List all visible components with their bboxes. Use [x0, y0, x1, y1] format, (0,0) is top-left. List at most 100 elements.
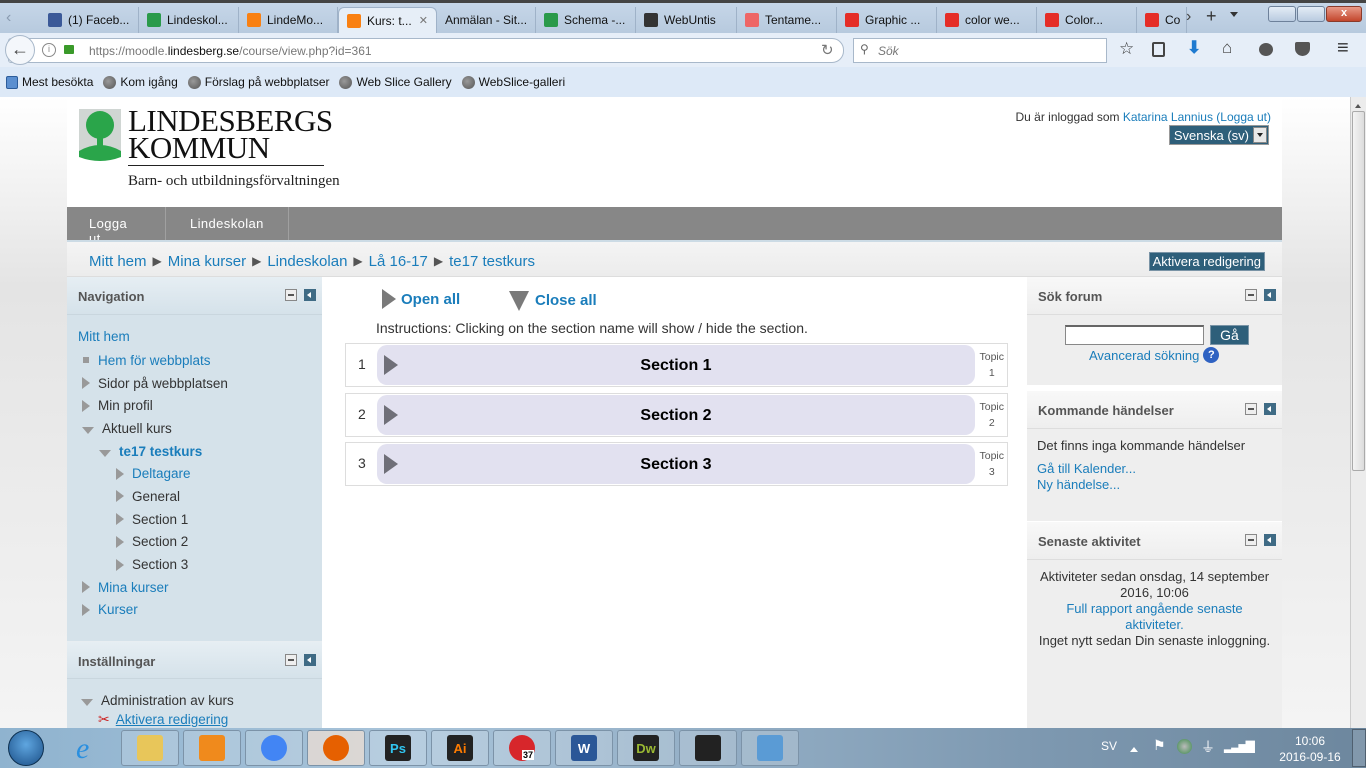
- taskbar-word[interactable]: W: [555, 730, 613, 766]
- tab-scroll-left-button[interactable]: ‹: [6, 9, 11, 27]
- power-plug-icon[interactable]: ⏚: [1201, 737, 1215, 757]
- dock-block-icon[interactable]: [1264, 403, 1276, 415]
- taskbar-mail[interactable]: 37: [493, 730, 551, 766]
- settings-admin-item[interactable]: Administration av kurs: [81, 693, 322, 708]
- taskbar-chrome[interactable]: [245, 730, 303, 766]
- show-hidden-icons-button[interactable]: [1130, 743, 1138, 752]
- browser-tab[interactable]: Anmälan - Sit...: [437, 7, 536, 33]
- restore-button[interactable]: [1297, 6, 1325, 22]
- browser-tab[interactable]: WebUntis: [636, 7, 737, 33]
- logout-link[interactable]: (Logga ut): [1216, 110, 1271, 124]
- full-report-link[interactable]: Full rapport angående senaste aktivitete…: [1035, 601, 1274, 633]
- minimize-button[interactable]: [1268, 6, 1296, 22]
- taskbar-illustrator[interactable]: Ai: [431, 730, 489, 766]
- breadcrumb-item[interactable]: Mitt hem: [89, 253, 147, 270]
- breadcrumb-item[interactable]: Lindeskolan: [267, 253, 347, 270]
- hello-icon[interactable]: [1259, 43, 1273, 56]
- download-icon[interactable]: ⬇: [1187, 38, 1201, 58]
- taskbar-photo-viewer[interactable]: [741, 730, 799, 766]
- back-button[interactable]: ←: [5, 35, 35, 65]
- dock-block-icon[interactable]: [304, 289, 316, 301]
- browser-tab[interactable]: Kurs: t... ✕: [338, 7, 437, 33]
- section-toggle[interactable]: Section 3: [377, 444, 975, 484]
- browser-tab[interactable]: (1) Faceb...: [40, 7, 139, 33]
- scrollbar-thumb[interactable]: [1352, 111, 1365, 471]
- taskbar-explorer[interactable]: [121, 730, 179, 766]
- bookmark-item[interactable]: Kom igång: [103, 75, 178, 89]
- browser-tab[interactable]: color we...: [937, 7, 1037, 33]
- nav-item[interactable]: Section 3: [78, 553, 322, 576]
- nav-mitt-hem[interactable]: Mitt hem: [78, 327, 322, 349]
- nav-item[interactable]: Mina kurser: [78, 576, 322, 599]
- close-window-button[interactable]: x: [1326, 6, 1362, 22]
- scroll-up-arrow[interactable]: [1355, 101, 1361, 108]
- dock-block-icon[interactable]: [304, 654, 316, 666]
- help-icon[interactable]: ?: [1203, 347, 1220, 363]
- go-to-calendar-link[interactable]: Gå till Kalender...: [1037, 461, 1272, 477]
- internet-explorer-icon[interactable]: e: [76, 732, 89, 766]
- nav-item[interactable]: Deltagare: [78, 462, 322, 485]
- reading-list-icon[interactable]: [1152, 42, 1165, 57]
- section-toggle[interactable]: Section 1: [377, 345, 975, 385]
- taskbar-photoshop[interactable]: Ps: [369, 730, 427, 766]
- tab-scroll-right-button[interactable]: ›: [1186, 8, 1191, 26]
- taskbar-dreamweaver[interactable]: Dw: [617, 730, 675, 766]
- bookmark-item[interactable]: Web Slice Gallery: [339, 75, 452, 89]
- lindesberg-logo[interactable]: LINDESBERGS KOMMUN Barn- och utbildnings…: [79, 105, 379, 197]
- menu-icon[interactable]: ≡: [1337, 37, 1349, 60]
- nav-item[interactable]: Section 2: [78, 531, 322, 554]
- dock-block-icon[interactable]: [1264, 534, 1276, 546]
- language-select[interactable]: Svenska (sv): [1168, 125, 1269, 145]
- new-event-link[interactable]: Ny händelse...: [1037, 477, 1272, 493]
- info-icon[interactable]: i: [42, 43, 56, 57]
- browser-tab[interactable]: Lindeskol...: [139, 7, 239, 33]
- browser-tab[interactable]: Color...: [1037, 7, 1137, 33]
- bookmark-item[interactable]: Förslag på webbplatser: [187, 75, 329, 89]
- nav-item[interactable]: Section 1: [78, 508, 322, 531]
- nav-item[interactable]: Kurser: [78, 599, 322, 622]
- nav-item[interactable]: Sidor på webbplatsen: [78, 372, 322, 395]
- settings-enable-editing-link[interactable]: Aktivera redigering: [116, 712, 229, 727]
- bookmark-item[interactable]: Mest besökta: [6, 75, 93, 89]
- enable-editing-button[interactable]: Aktivera redigering: [1148, 252, 1265, 271]
- nav-item[interactable]: Aktuell kurs: [78, 417, 322, 440]
- close-all-button[interactable]: Close all: [509, 289, 597, 311]
- input-language[interactable]: SV: [1101, 739, 1117, 753]
- show-desktop-button[interactable]: [1352, 729, 1366, 767]
- page-scrollbar[interactable]: [1350, 97, 1366, 728]
- taskbar-acrobat[interactable]: [679, 730, 737, 766]
- browser-tab[interactable]: Graphic ...: [837, 7, 937, 33]
- menu-lindeskolan[interactable]: Lindeskolan: [166, 207, 289, 240]
- nav-item[interactable]: Min profil: [78, 394, 322, 417]
- home-icon[interactable]: ⌂: [1222, 38, 1232, 58]
- bookmark-star-icon[interactable]: ☆: [1119, 39, 1134, 59]
- breadcrumb-item[interactable]: Lå 16-17: [369, 253, 428, 270]
- section-toggle[interactable]: Section 2: [377, 394, 975, 435]
- browser-tab[interactable]: LindeMo...: [239, 7, 338, 33]
- nav-item[interactable]: General: [78, 485, 322, 508]
- nav-item[interactable]: Hem för webbplats: [78, 349, 322, 372]
- bookmark-item[interactable]: WebSlice-galleri: [461, 75, 565, 89]
- new-tab-button[interactable]: +: [1206, 6, 1217, 27]
- dock-block-icon[interactable]: [1264, 289, 1276, 301]
- signal-icon[interactable]: ▂▃▅▇: [1224, 739, 1255, 753]
- action-center-flag-icon[interactable]: ⚑: [1153, 737, 1166, 754]
- minimize-block-icon[interactable]: [1245, 403, 1257, 415]
- menu-logout[interactable]: Logga ut: [67, 207, 166, 246]
- browser-tab[interactable]: Co: [1137, 7, 1187, 33]
- browser-tab[interactable]: Tentame...: [737, 7, 837, 33]
- reload-icon[interactable]: ↻: [821, 41, 834, 59]
- pocket-icon[interactable]: [1295, 42, 1310, 56]
- url-bar[interactable]: ← i https://moodle.lindesberg.se/course/…: [5, 35, 844, 65]
- clock[interactable]: 10:06 2016-09-16: [1278, 733, 1342, 765]
- start-button[interactable]: [8, 730, 44, 766]
- volume-icon[interactable]: 🔈︎: [1250, 737, 1258, 754]
- minimize-block-icon[interactable]: [1245, 534, 1257, 546]
- browser-tab[interactable]: Schema -...: [536, 7, 636, 33]
- close-tab-icon[interactable]: ✕: [419, 14, 428, 27]
- tab-list-dropdown[interactable]: [1230, 12, 1238, 21]
- nav-item[interactable]: te17 testkurs: [78, 440, 322, 463]
- open-all-button[interactable]: Open all: [382, 289, 460, 309]
- minimize-block-icon[interactable]: [285, 654, 297, 666]
- search-input[interactable]: ⚲ Sök: [853, 38, 1107, 63]
